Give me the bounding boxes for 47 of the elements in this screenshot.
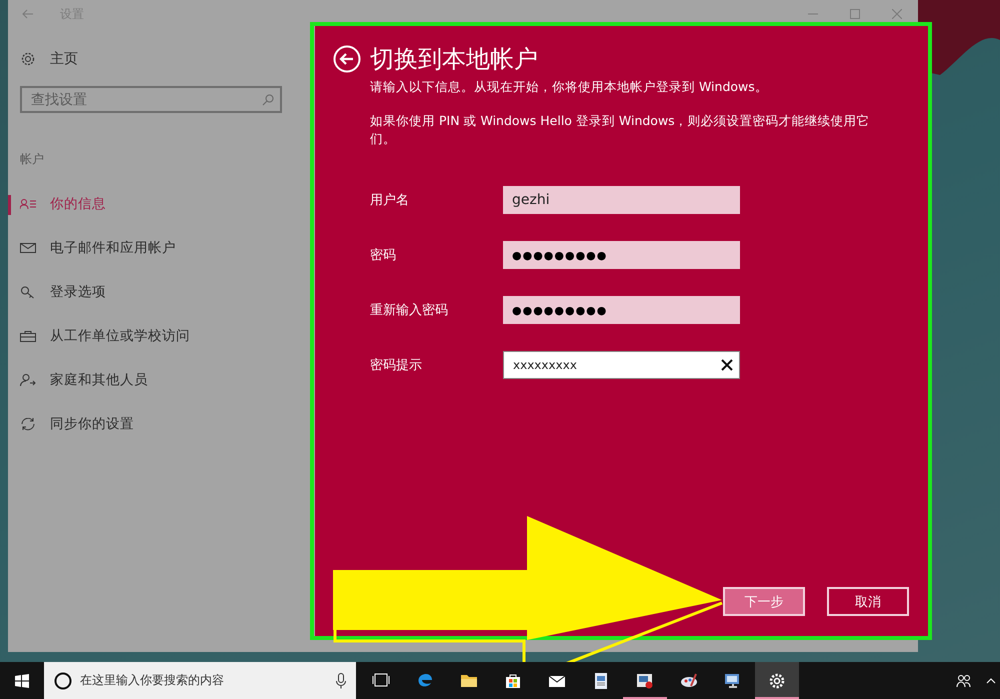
field-label: 用户名 <box>370 192 410 209</box>
paint-icon <box>680 672 698 690</box>
intro-text: 请输入以下信息。从现在开始，你将使用本地帐户登录到 Windows。 <box>370 79 769 96</box>
gear-icon <box>768 672 786 690</box>
presentation-icon <box>636 672 654 690</box>
browser-icon <box>416 672 434 690</box>
computer-icon <box>724 672 742 690</box>
task-view-icon <box>372 672 390 690</box>
next-button[interactable]: 下一步 <box>723 587 805 616</box>
person-icon <box>20 374 36 386</box>
field-label: 重新输入密码 <box>370 302 449 319</box>
taskbar-search-field[interactable]: 在这里输入你要搜索的内容 <box>44 662 356 699</box>
field-label: 密码 <box>370 247 397 264</box>
input-field[interactable]: xxxxxxxxx <box>503 351 740 379</box>
cortana-icon <box>54 672 72 690</box>
caret-icon[interactable] <box>986 678 996 684</box>
close-icon <box>892 9 902 19</box>
briefcase-icon <box>20 330 36 342</box>
store-icon <box>504 672 522 690</box>
home-link[interactable]: 主页 <box>50 50 78 68</box>
note-text: 如果你使用 PIN 或 Windows Hello 登录到 Windows，则必须设置密码才能继续使用它们。 <box>370 112 871 148</box>
sync-icon <box>20 418 36 430</box>
microphone-icon[interactable] <box>336 672 346 688</box>
cancel-button[interactable]: 取消 <box>827 587 909 616</box>
nav-item[interactable]: 家庭和其他人员 <box>8 358 310 402</box>
input-field[interactable]: ●●●●●●●●● <box>503 241 740 269</box>
nav-item[interactable]: 登录选项 <box>8 270 310 314</box>
search-icon <box>262 94 274 106</box>
nav-item[interactable]: 电子邮件和应用帐户 <box>8 226 310 270</box>
nav-item[interactable]: 你的信息 <box>8 182 310 226</box>
clear-icon[interactable] <box>721 359 733 371</box>
maximize-icon <box>850 9 860 19</box>
document-icon <box>592 672 610 690</box>
key-icon <box>20 286 36 298</box>
person-card-icon <box>20 198 36 210</box>
dialog-title: 切换到本地帐户 <box>370 44 538 75</box>
gear-icon <box>20 51 36 67</box>
nav-item[interactable]: 从工作单位或学校访问 <box>8 314 310 358</box>
taskbar-app[interactable] <box>755 662 799 699</box>
nav-item[interactable]: 同步你的设置 <box>8 402 310 446</box>
field-label: 密码提示 <box>370 357 423 374</box>
section-heading: 帐户 <box>20 151 45 168</box>
people-icon[interactable] <box>956 674 972 688</box>
input-field[interactable]: gezhi <box>503 186 740 214</box>
input-field[interactable]: ●●●●●●●●● <box>503 296 740 324</box>
windows-icon <box>15 674 29 688</box>
mail-icon <box>20 242 36 254</box>
